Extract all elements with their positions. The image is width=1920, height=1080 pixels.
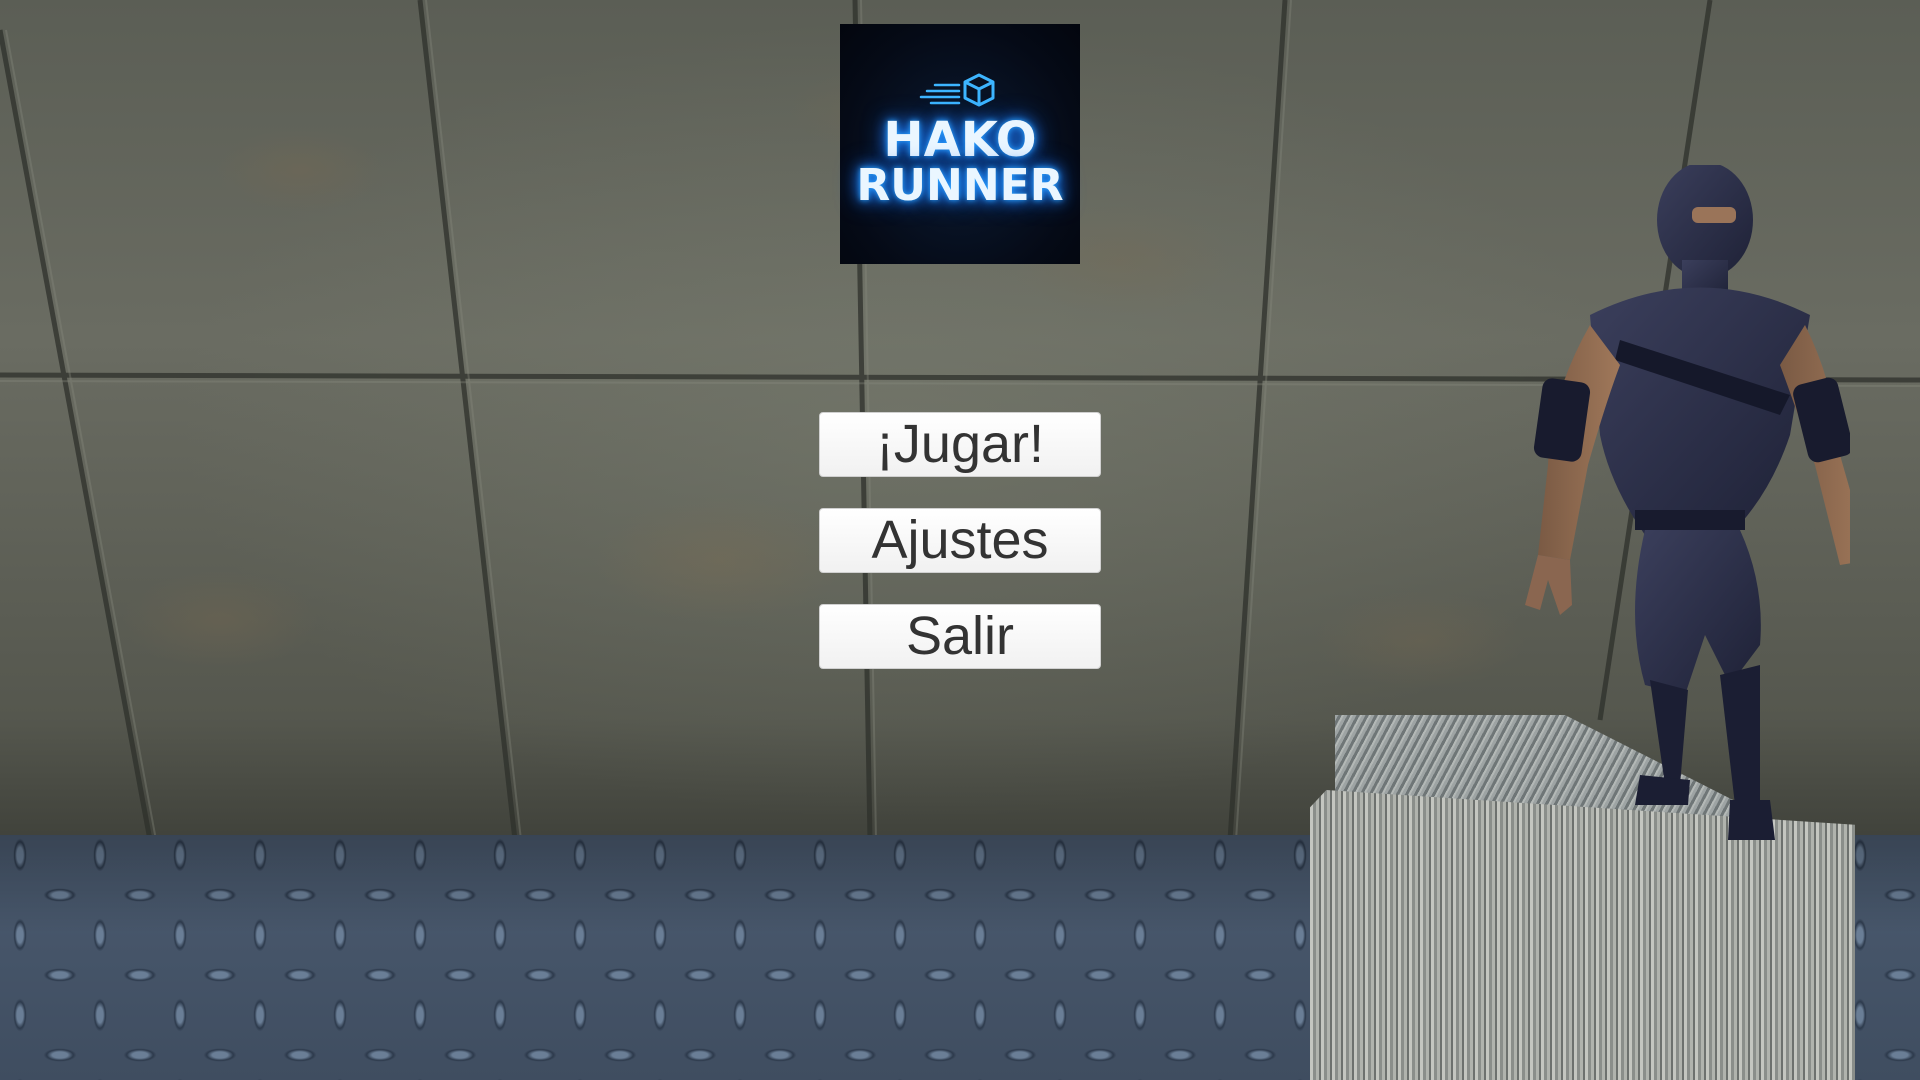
play-button[interactable]: ¡Jugar! xyxy=(819,412,1101,477)
game-logo: HAKO RUNNER xyxy=(840,24,1080,264)
logo-title-line-1: HAKO xyxy=(883,112,1037,168)
logo-title-line-2: RUNNER xyxy=(856,160,1064,211)
ninja-character xyxy=(1525,165,1850,840)
game-main-menu: HAKO RUNNER ¡Jugar! Ajustes Salir xyxy=(0,0,1920,1080)
exit-button[interactable]: Salir xyxy=(819,604,1101,669)
cube-speed-icon xyxy=(919,73,995,107)
settings-button[interactable]: Ajustes xyxy=(819,508,1101,573)
main-menu: ¡Jugar! Ajustes Salir xyxy=(819,412,1101,700)
